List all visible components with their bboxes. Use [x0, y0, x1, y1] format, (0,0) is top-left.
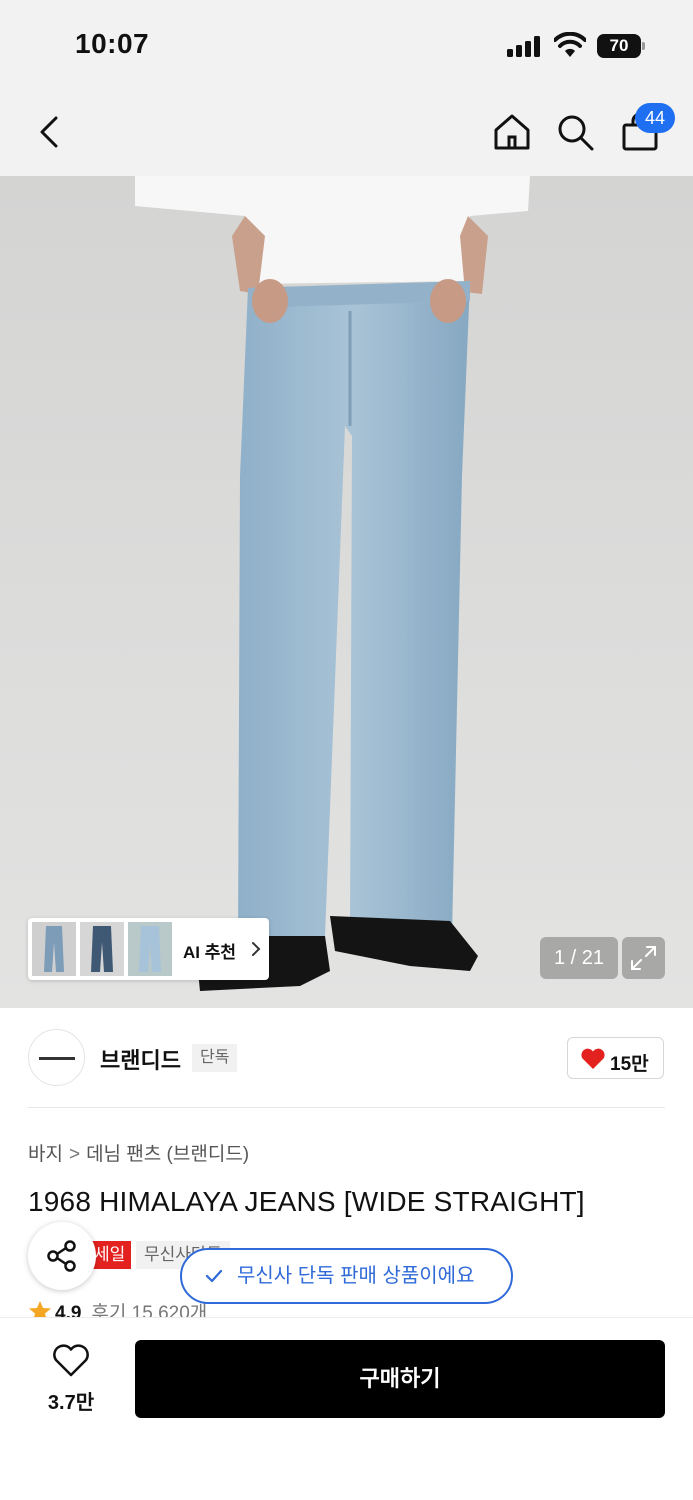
battery-icon: 70 [597, 34, 645, 58]
jeans-photo [0, 176, 693, 1008]
exclusive-tag: 단독 [192, 1044, 238, 1072]
cart-count-badge: 44 [635, 103, 675, 133]
toast-text: 무신사 단독 판매 상품이에요 [237, 1265, 475, 1287]
brand-like-button[interactable]: 15만 [567, 1037, 664, 1079]
chevron-right-icon: > [68, 1144, 81, 1165]
expand-image-button[interactable] [622, 937, 665, 979]
wishlist-count: 3.7만 [47, 1392, 95, 1414]
recommend-thumbnail[interactable] [80, 922, 124, 976]
cellular-signal-icon [507, 35, 543, 57]
status-time: 10:07 [75, 28, 150, 59]
top-nav-bar [0, 88, 693, 176]
share-icon [47, 1240, 76, 1272]
brand-like-count: 15만 [610, 1054, 649, 1075]
divider [28, 1107, 665, 1108]
heart-outline-icon[interactable] [52, 1344, 90, 1378]
wifi-icon [553, 31, 587, 58]
search-button[interactable] [553, 110, 597, 154]
home-button[interactable] [490, 110, 534, 154]
battery-level: 70 [597, 34, 641, 58]
bottom-action-bar: 3.7만 구매하기 [0, 1318, 693, 1500]
home-icon [494, 114, 530, 150]
recommend-thumbnail[interactable] [128, 922, 172, 976]
search-icon [558, 115, 594, 151]
exclusive-toast: 무신사 단독 판매 상품이에요 [180, 1248, 513, 1304]
chevron-right-icon [252, 942, 261, 956]
product-image[interactable] [0, 176, 693, 1008]
heart-filled-icon [581, 1048, 605, 1069]
brand-name[interactable]: 브랜디드 [100, 1043, 181, 1075]
breadcrumb-item[interactable]: 바지 [28, 1139, 63, 1166]
status-bar: 10:07 70 [0, 0, 693, 88]
expand-icon [631, 946, 656, 970]
back-button[interactable] [30, 110, 70, 154]
brand-row: 브랜디드 단독 15만 [0, 1008, 693, 1108]
share-button[interactable] [28, 1222, 96, 1290]
check-icon [205, 1269, 223, 1283]
breadcrumb: 바지 > 데님 팬츠 (브랜디드) [28, 1139, 249, 1166]
buy-button[interactable]: 구매하기 [135, 1340, 665, 1418]
chevron-left-icon [40, 116, 58, 148]
recommend-thumbnail[interactable] [32, 922, 76, 976]
product-title: 1968 HIMALAYA JEANS [WIDE STRAIGHT] [28, 1186, 585, 1217]
ai-recommend-label: AI 추천 [183, 943, 237, 962]
image-counter: 1 / 21 [540, 937, 618, 979]
breadcrumb-item[interactable]: 데님 팬츠 (브랜디드) [86, 1139, 249, 1166]
brand-logo[interactable] [28, 1029, 85, 1086]
ai-recommend-strip[interactable]: AI 추천 [28, 918, 269, 980]
